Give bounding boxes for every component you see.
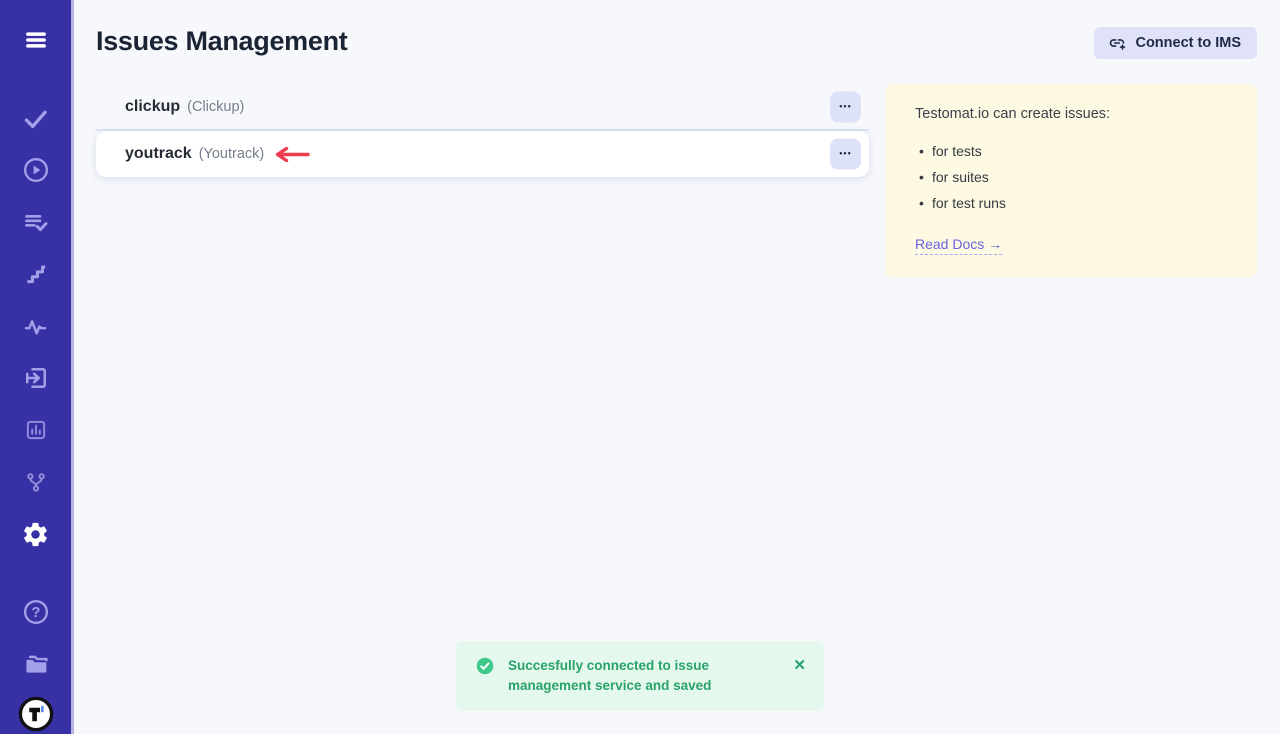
ellipsis-icon: •••: [839, 150, 851, 159]
tests-check-icon[interactable]: [16, 98, 56, 138]
red-annotation-arrow-icon: [273, 147, 310, 162]
ims-row-youtrack[interactable]: youtrack (Youtrack) •••: [96, 131, 869, 177]
help-icon[interactable]: ?: [16, 592, 56, 632]
import-icon[interactable]: [16, 358, 56, 398]
steps-icon[interactable]: [16, 254, 56, 294]
success-toast: Succesfully connected to issue managemen…: [456, 641, 824, 711]
runs-play-icon[interactable]: [16, 150, 56, 190]
ims-row-clickup[interactable]: clickup (Clickup) •••: [96, 85, 869, 131]
page-title: Issues Management: [96, 26, 348, 57]
info-bullet: for suites: [915, 169, 1227, 186]
connect-button-label: Connect to IMS: [1135, 35, 1241, 51]
info-bullet-list: for tests for suites for test runs: [915, 143, 1227, 212]
settings-gear-icon[interactable]: [16, 514, 56, 554]
info-panel-title: Testomat.io can create issues:: [915, 106, 1227, 122]
ims-provider: (Youtrack): [199, 146, 265, 162]
connect-to-ims-button[interactable]: Connect to IMS: [1094, 27, 1257, 59]
row-menu-button[interactable]: •••: [830, 92, 861, 123]
reports-chart-icon[interactable]: [16, 410, 56, 450]
projects-folders-icon[interactable]: [16, 643, 56, 683]
read-docs-link[interactable]: Read Docs →: [915, 236, 1002, 255]
toast-close-icon[interactable]: ✕: [793, 657, 806, 675]
ims-name: clickup: [125, 98, 180, 116]
link-plus-icon: [1107, 33, 1127, 53]
row-menu-button[interactable]: •••: [830, 139, 861, 170]
ims-provider: (Clickup): [187, 99, 244, 115]
info-panel: Testomat.io can create issues: for tests…: [885, 84, 1257, 277]
toast-message: Succesfully connected to issue managemen…: [508, 656, 781, 696]
branches-icon[interactable]: [16, 462, 56, 502]
success-check-icon: [476, 657, 494, 680]
info-bullet: for test runs: [915, 195, 1227, 212]
testomatio-logo[interactable]: [16, 694, 56, 734]
main-content: Issues Management Connect to IMS clickup…: [77, 0, 1280, 734]
sidebar-bottom: ?: [16, 592, 56, 734]
sidebar: ?: [0, 0, 74, 734]
svg-text:?: ?: [31, 605, 40, 621]
analytics-pulse-icon[interactable]: [16, 306, 56, 346]
sidebar-nav: [16, 98, 56, 554]
test-plans-list-check-icon[interactable]: [16, 202, 56, 242]
ims-name: youtrack: [125, 145, 192, 163]
hamburger-menu-icon[interactable]: [16, 20, 56, 60]
ellipsis-icon: •••: [839, 103, 851, 112]
ims-list: clickup (Clickup) ••• youtrack (Youtrack…: [96, 85, 869, 177]
info-bullet: for tests: [915, 143, 1227, 160]
